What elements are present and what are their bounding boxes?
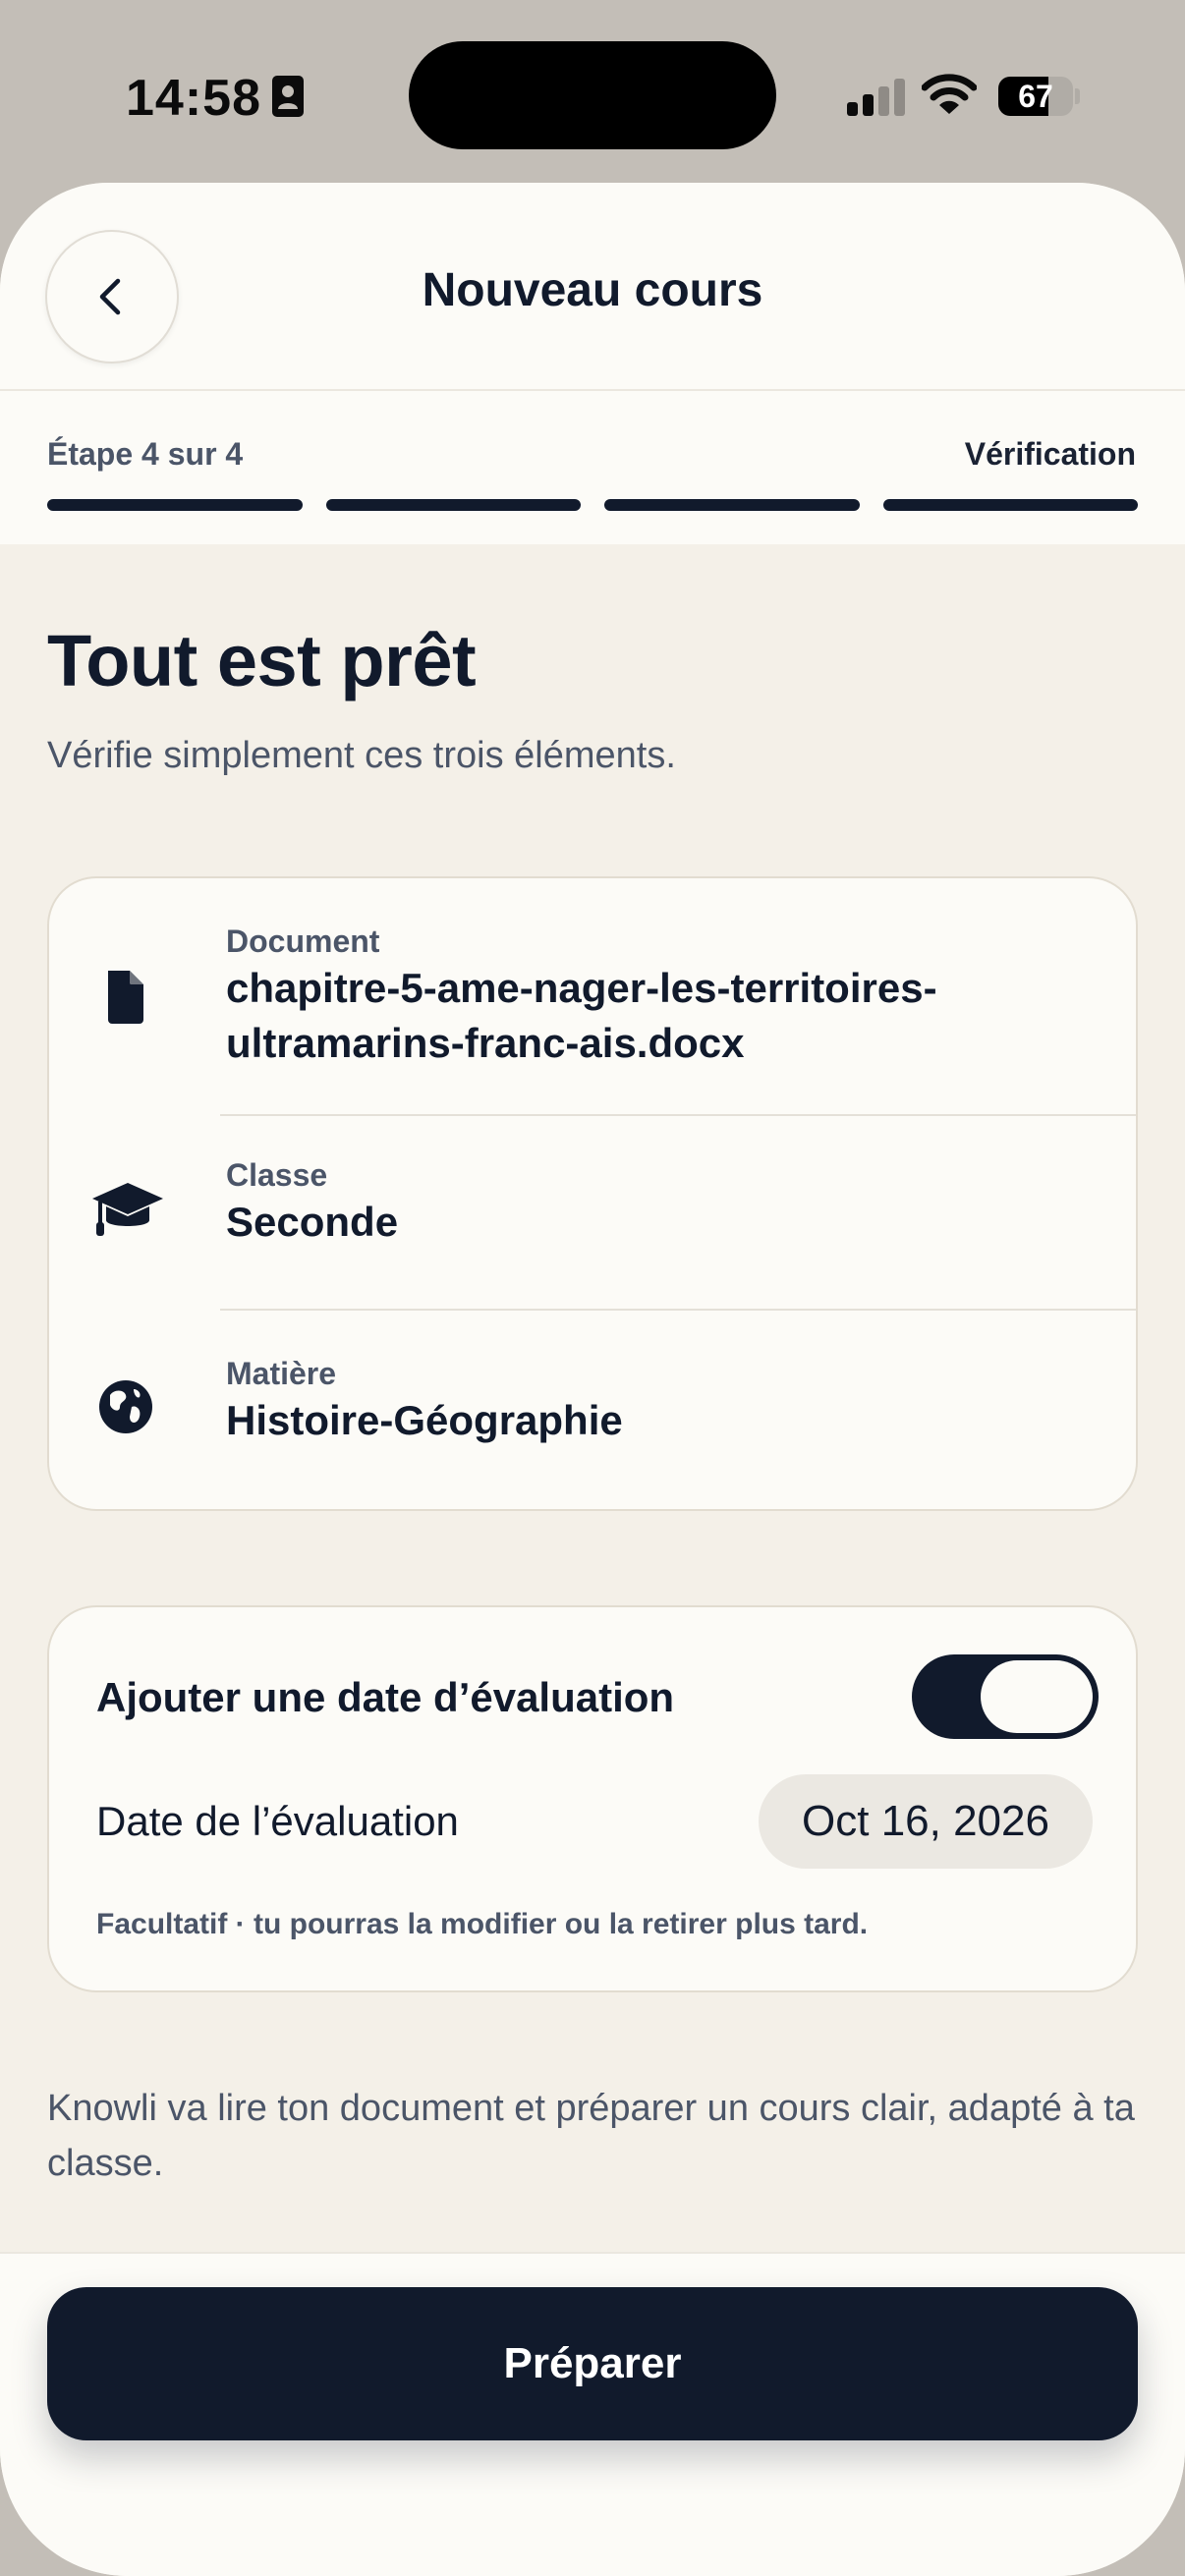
status-time: 14:58	[126, 70, 261, 127]
section-subheading: Vérifie simplement ces trois éléments.	[47, 735, 676, 776]
progress-segment	[47, 499, 303, 511]
footer: Préparer	[0, 2252, 1185, 2576]
dynamic-island	[409, 41, 776, 149]
evaluation-note: Facultatif · tu pourras la modifier ou l…	[96, 1908, 869, 1940]
summary-row-classe[interactable]: Classe Seconde	[49, 1116, 1136, 1311]
document-icon	[108, 971, 143, 1024]
prepare-button[interactable]: Préparer	[47, 2287, 1138, 2440]
row-value: Histoire-Géographie	[226, 1397, 623, 1443]
battery-icon: 67	[998, 77, 1080, 116]
row-label: Matière	[226, 1356, 337, 1391]
evaluation-date-picker[interactable]: Oct 16, 2026	[759, 1774, 1093, 1869]
globe-icon	[99, 1380, 152, 1433]
info-text: Knowli va lire ton document et préparer …	[47, 2088, 1135, 2184]
progress-segment	[325, 499, 581, 511]
cellular-signal-icon	[847, 79, 905, 116]
evaluation-date-toggle[interactable]	[912, 1654, 1099, 1739]
evaluation-toggle-label: Ajouter une date d’évaluation	[96, 1674, 675, 1720]
row-value: Seconde	[226, 1199, 399, 1245]
row-label: Document	[226, 924, 380, 959]
step-name: Vérification	[964, 436, 1136, 472]
id-card-icon	[272, 76, 304, 117]
battery-level: 67	[1018, 79, 1053, 114]
step-progress: Étape 4 sur 4 Vérification	[0, 391, 1185, 544]
progress-segment	[604, 499, 860, 511]
progress-bars	[47, 499, 1138, 511]
status-bar: 14:58 67	[0, 0, 1185, 183]
row-label: Classe	[226, 1157, 328, 1193]
wifi-icon	[922, 74, 977, 114]
graduation-cap-icon	[92, 1183, 163, 1236]
evaluation-date-label: Date de l’évaluation	[96, 1798, 459, 1844]
evaluation-card: Ajouter une date d’évaluation Date de l’…	[47, 1605, 1138, 1992]
new-course-sheet: Nouveau cours Étape 4 sur 4 Vérification…	[0, 183, 1185, 2576]
step-counter: Étape 4 sur 4	[47, 436, 244, 472]
toggle-knob	[981, 1660, 1093, 1733]
summary-row-document[interactable]: Document chapitre-5-ame-nager-les-territ…	[49, 878, 1136, 1126]
row-value: chapitre-5-ame-nager-les-territoires-ult…	[226, 965, 937, 1066]
summary-row-matiere[interactable]: Matière Histoire-Géographie	[49, 1311, 1136, 1509]
page-title: Nouveau cours	[422, 264, 763, 316]
nav-bar: Nouveau cours	[0, 183, 1185, 389]
summary-card: Document chapitre-5-ame-nager-les-territ…	[47, 876, 1138, 1511]
section-heading: Tout est prêt	[47, 620, 477, 701]
progress-segment	[882, 499, 1138, 511]
